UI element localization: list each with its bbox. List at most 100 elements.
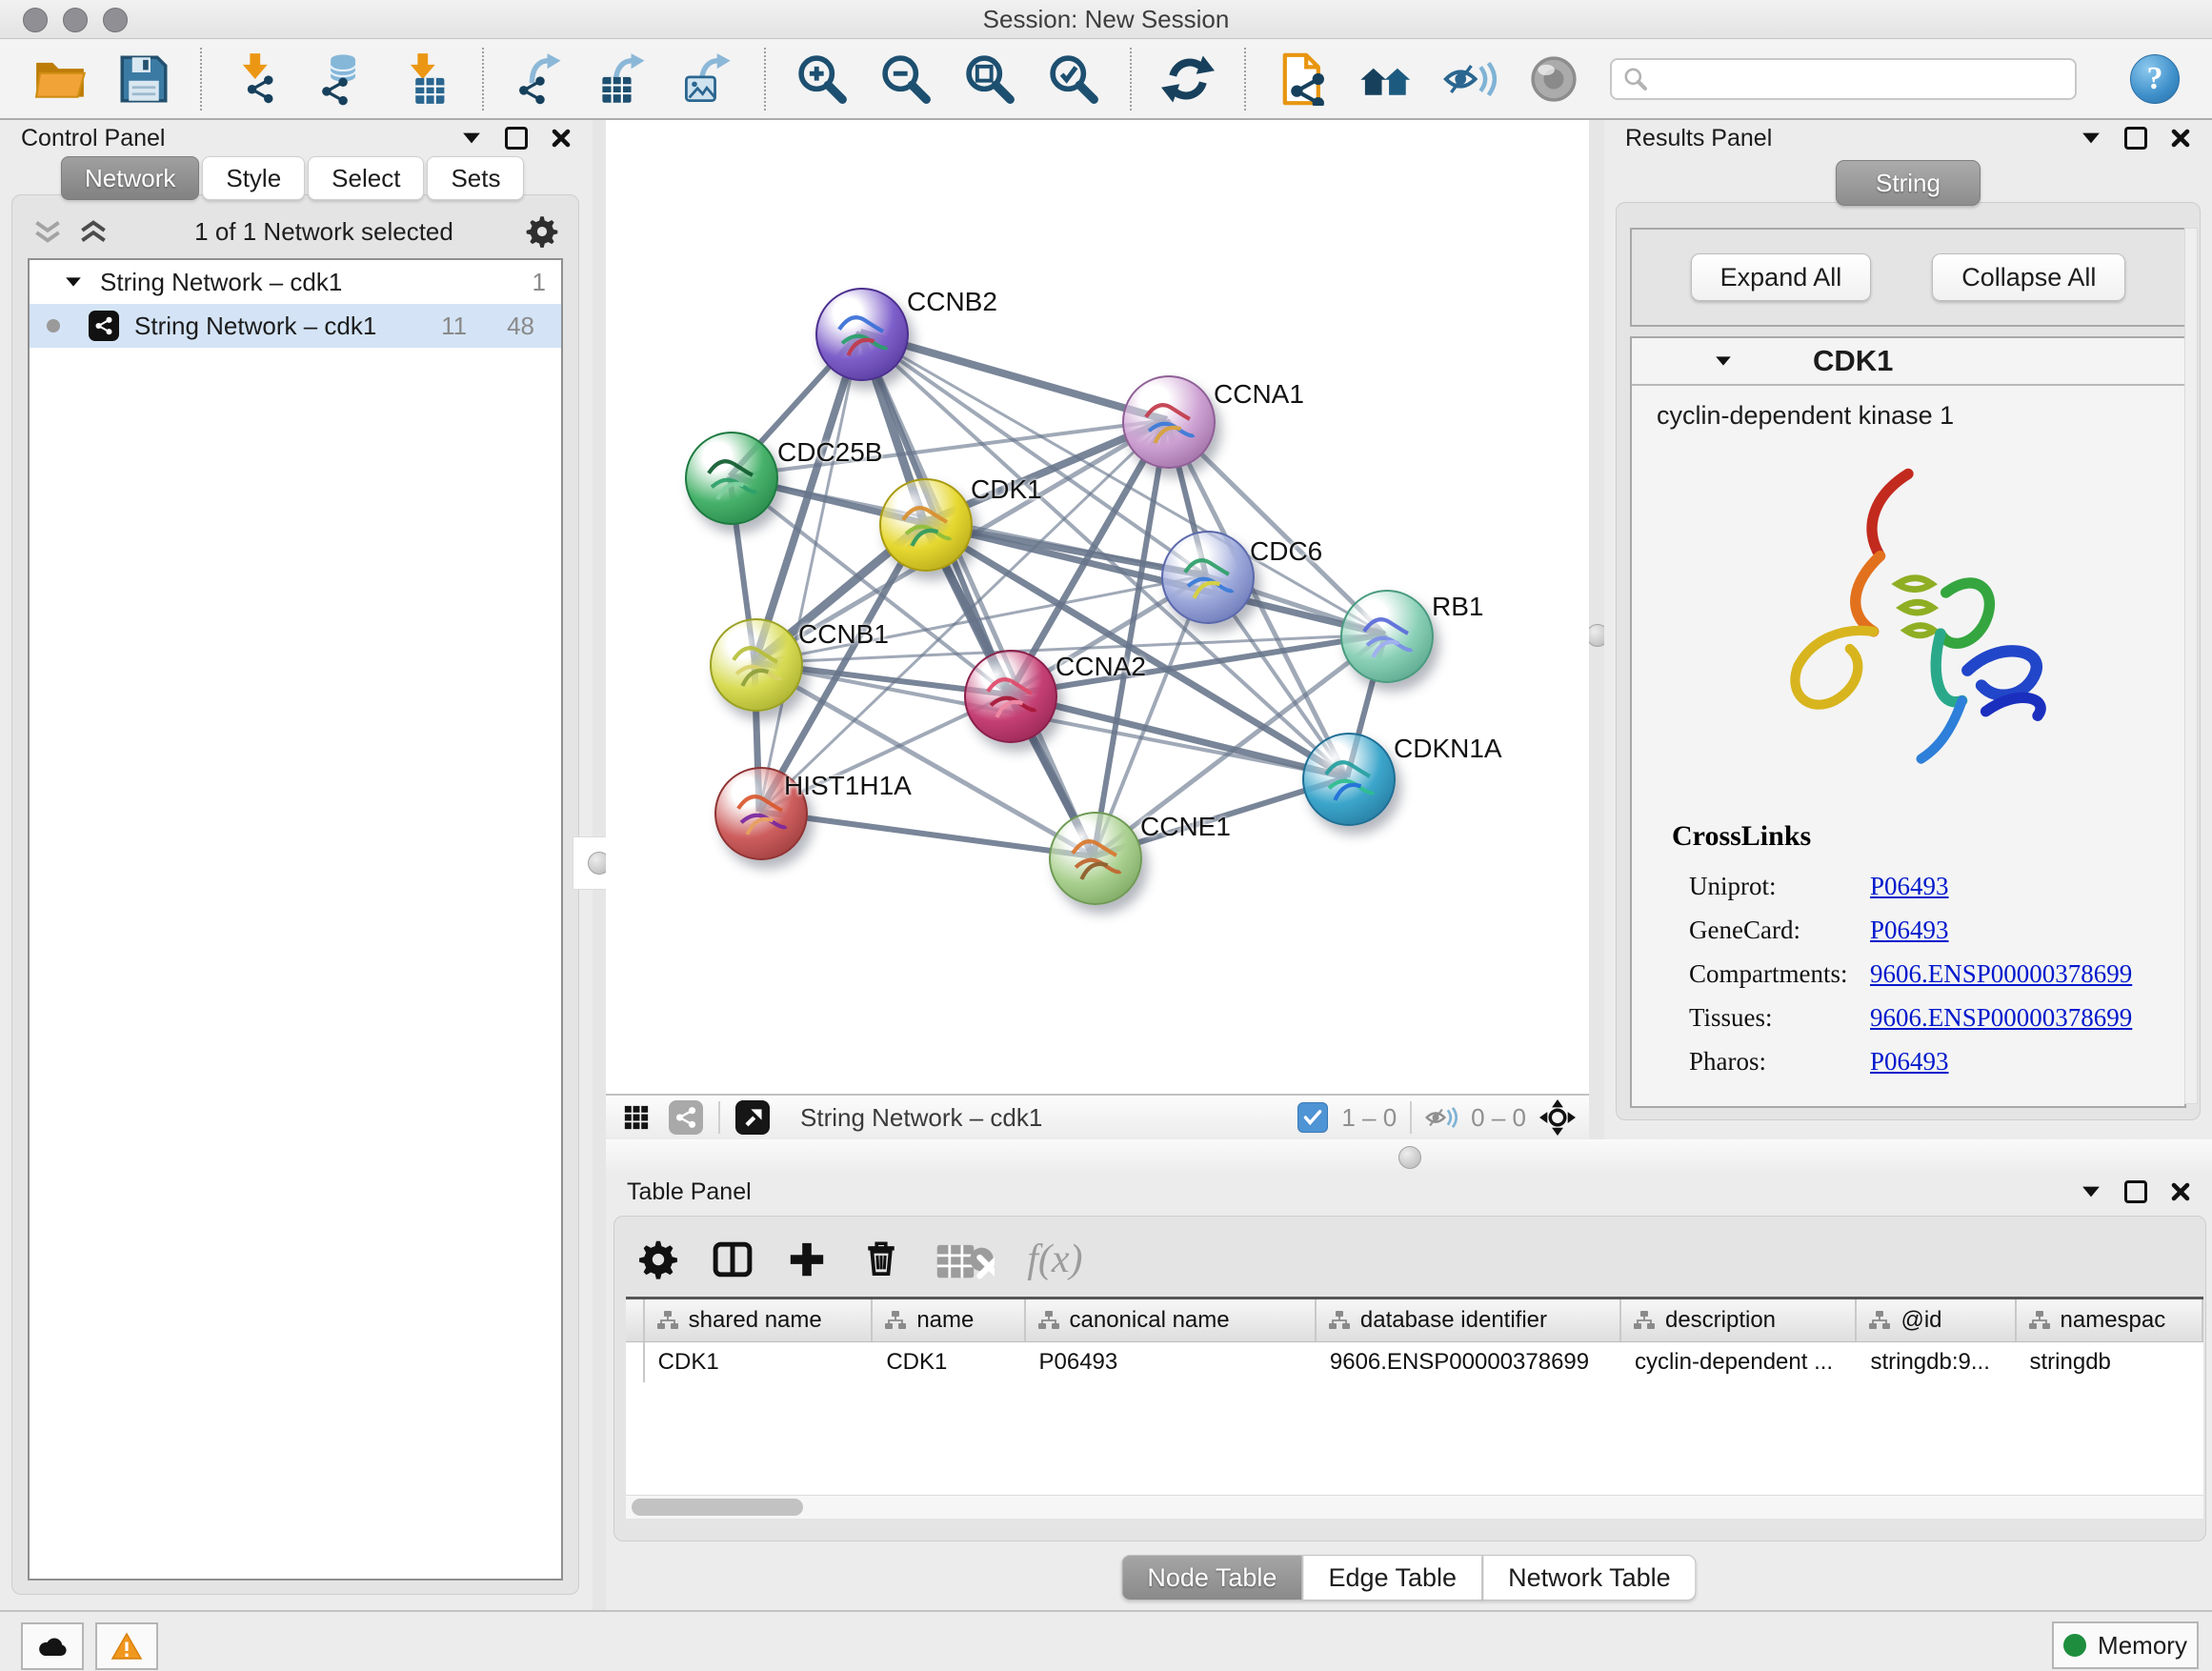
cell-name[interactable]: CDK1 [873,1349,1025,1376]
tab-edge-table[interactable]: Edge Table [1302,1555,1482,1601]
cell-shared-name[interactable]: CDK1 [645,1349,874,1376]
panel-collapse-icon[interactable] [2081,131,2101,146]
search-input[interactable] [1610,58,2077,100]
hidden-elements-icon[interactable] [1425,1104,1458,1131]
network-collection-row[interactable]: String Network – cdk1 1 [30,260,561,304]
panel-float-icon[interactable] [2124,1180,2147,1203]
collapse-all-button[interactable]: Collapse All [1932,253,2125,301]
tab-network[interactable]: Network [61,156,199,200]
import-table-from-file-button[interactable] [398,50,453,108]
export-image-button[interactable] [680,50,735,108]
network-node-ccna1[interactable] [1122,375,1216,469]
network-edge[interactable] [759,812,1094,856]
panel-collapse-icon[interactable] [461,131,482,146]
horizontal-splitter[interactable] [606,1139,2212,1174]
tree-expand-icon[interactable] [64,275,83,289]
network-node-ccna2[interactable] [964,650,1057,743]
network-node-cdk1[interactable] [879,478,973,572]
cell-description[interactable]: cyclin-dependent ... [1621,1349,1858,1376]
column-header-name[interactable]: name [873,1299,1025,1341]
zoom-selected-button[interactable] [1046,50,1101,108]
panel-close-icon[interactable] [2170,128,2191,149]
home-button[interactable] [1358,50,1414,108]
network-node-ccnb2[interactable] [815,288,909,381]
show-hide-graphics-button[interactable] [1442,50,1498,108]
zoom-out-button[interactable] [878,50,934,108]
tab-sets[interactable]: Sets [427,156,524,200]
refresh-button[interactable] [1160,50,1216,108]
network-node-cdkn1a[interactable] [1302,733,1396,826]
panel-close-icon[interactable] [551,128,572,149]
crosslink-value[interactable]: 9606.ENSP00000378699 [1870,959,2132,989]
column-header-namespace[interactable]: namespac [2017,1299,2203,1341]
eye-button[interactable] [1526,50,1581,108]
table-horizontal-scrollbar[interactable] [626,1495,2203,1519]
horizontal-splitter-handle[interactable] [1398,1146,1421,1169]
export-network-button[interactable] [513,50,568,108]
create-column-plus-icon[interactable] [786,1238,828,1280]
network-node-ccnb1[interactable] [710,618,803,712]
network-edge[interactable] [759,332,860,812]
tab-string[interactable]: String [1836,160,1981,206]
section-collapse-icon[interactable] [1714,354,1733,368]
zoom-in-button[interactable] [794,50,850,108]
help-button[interactable] [2130,54,2180,104]
column-header-shared-name[interactable]: shared name [645,1299,874,1341]
fit-content-button[interactable] [962,50,1017,108]
table-row[interactable]: CDK1 CDK1 P06493 9606.ENSP00000378699 cy… [626,1342,2203,1382]
birds-eye-view-icon[interactable] [735,1100,770,1135]
network-options-gear-icon[interactable] [525,214,559,249]
tab-select[interactable]: Select [308,156,424,200]
tab-style[interactable]: Style [202,156,305,200]
memory-button[interactable]: Memory [2052,1621,2199,1669]
network-node-rb1[interactable] [1340,590,1434,683]
import-network-from-file-button[interactable] [231,50,286,108]
results-scrollbar[interactable] [2184,228,2198,1104]
crosslink-value[interactable]: P06493 [1870,872,1949,901]
expand-all-networks-icon[interactable] [77,218,110,245]
save-session-button[interactable] [116,50,171,108]
right-splitter[interactable] [1589,120,1604,1139]
crosslink-value[interactable]: P06493 [1870,1047,1949,1077]
cell-database-identifier[interactable]: 9606.ENSP00000378699 [1317,1349,1621,1376]
network-node-ccne1[interactable] [1049,812,1142,905]
import-network-from-database-button[interactable] [314,50,370,108]
delete-column-trash-icon[interactable] [860,1238,902,1280]
cloud-button[interactable] [21,1622,84,1670]
gene-section-header[interactable]: CDK1 [1632,338,2184,386]
cell-namespace[interactable]: stringdb [2017,1349,2203,1376]
column-header-description[interactable]: description [1621,1299,1858,1341]
share-document-button[interactable] [1275,50,1330,108]
scrollbar-thumb[interactable] [632,1499,803,1516]
selected-nodes-checkbox[interactable] [1297,1102,1328,1133]
table-options-gear-icon[interactable] [637,1238,679,1280]
panel-float-icon[interactable] [2124,127,2147,150]
panel-collapse-icon[interactable] [2081,1184,2101,1199]
column-header-id[interactable]: @id [1857,1299,2016,1341]
left-splitter[interactable] [593,120,606,1610]
crosslink-value[interactable]: P06493 [1870,916,1949,945]
export-table-button[interactable] [596,50,652,108]
collapse-all-networks-icon[interactable] [31,218,64,245]
network-canvas[interactable]: CCNB2CCNA1CDC25BCDK1CDC6RB1CCNB1CCNA2CDK… [606,120,1589,1094]
network-node-cdc25b[interactable] [685,432,778,525]
network-row-selected[interactable]: String Network – cdk1 11 48 [30,304,561,348]
cell-id[interactable]: stringdb:9... [1857,1349,2016,1376]
open-session-button[interactable] [32,50,88,108]
tab-node-table[interactable]: Node Table [1121,1555,1302,1601]
panel-close-icon[interactable] [2170,1181,2191,1202]
fit-selection-crosshair-icon[interactable] [1539,1099,1576,1136]
cell-canonical-name[interactable]: P06493 [1026,1349,1317,1376]
network-node-cdc6[interactable] [1161,531,1255,624]
tab-network-table[interactable]: Network Table [1482,1555,1697,1601]
expand-all-button[interactable]: Expand All [1691,253,1872,301]
network-edge[interactable] [759,420,1167,812]
panel-float-icon[interactable] [505,127,528,150]
column-header-canonical-name[interactable]: canonical name [1026,1299,1317,1341]
warnings-button[interactable] [95,1622,158,1670]
grid-view-icon[interactable] [619,1100,654,1135]
show-column-panes-icon[interactable] [712,1238,754,1280]
network-share-icon[interactable] [669,1100,703,1135]
column-header-database-identifier[interactable]: database identifier [1317,1299,1621,1341]
crosslink-value[interactable]: 9606.ENSP00000378699 [1870,1003,2132,1033]
